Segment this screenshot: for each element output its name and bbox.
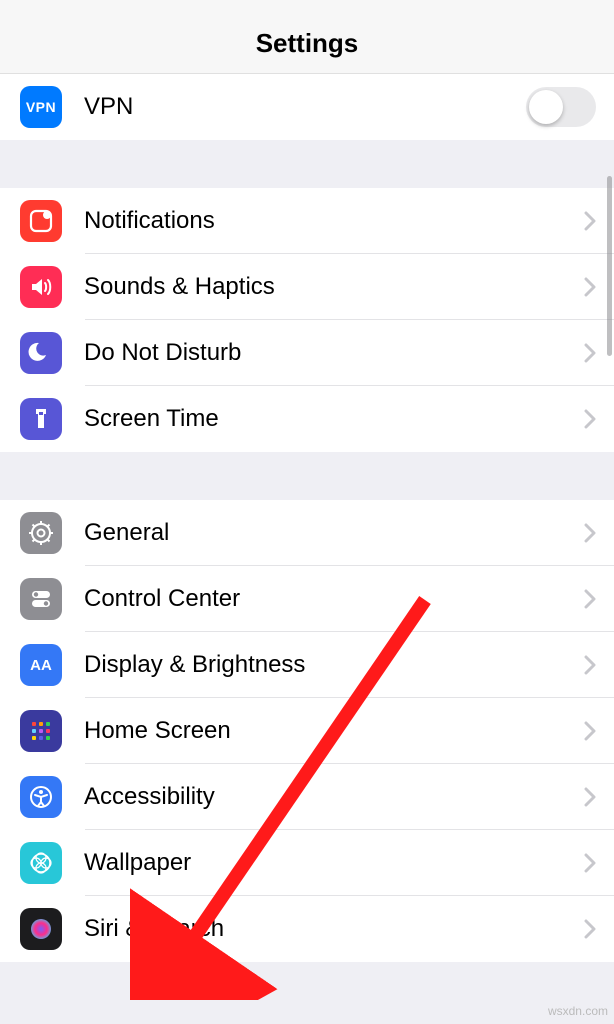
chevron-right-icon: [584, 589, 596, 609]
page-title: Settings: [256, 28, 359, 59]
row-label: Siri & Search: [84, 915, 584, 943]
row-label: Screen Time: [84, 405, 584, 433]
accessibility-icon: [20, 776, 62, 818]
settings-header: Settings: [0, 0, 614, 74]
chevron-right-icon: [584, 721, 596, 741]
row-vpn[interactable]: VPN VPN: [0, 74, 614, 140]
screen-time-icon: [20, 398, 62, 440]
row-label: Do Not Disturb: [84, 339, 584, 367]
settings-group-vpn: VPN VPN: [0, 74, 614, 140]
vpn-icon: VPN: [20, 86, 62, 128]
row-label: VPN: [84, 93, 526, 121]
row-label: Home Screen: [84, 717, 584, 745]
row-label: Accessibility: [84, 783, 584, 811]
chevron-right-icon: [584, 211, 596, 231]
row-label: General: [84, 519, 584, 547]
row-notifications[interactable]: Notifications: [0, 188, 614, 254]
row-label: Wallpaper: [84, 849, 584, 877]
row-siri-search[interactable]: Siri & Search: [0, 896, 614, 962]
vpn-toggle-knob: [529, 90, 563, 124]
row-label: Control Center: [84, 585, 584, 613]
row-label: Sounds & Haptics: [84, 273, 584, 301]
row-display-brightness[interactable]: AA Display & Brightness: [0, 632, 614, 698]
chevron-right-icon: [584, 523, 596, 543]
control-center-icon: [20, 578, 62, 620]
chevron-right-icon: [584, 853, 596, 873]
row-general[interactable]: General: [0, 500, 614, 566]
settings-group-system: Notifications Sounds & Haptics Do Not Di…: [0, 188, 614, 452]
chevron-right-icon: [584, 655, 596, 675]
row-label: Notifications: [84, 207, 584, 235]
vpn-toggle[interactable]: [526, 87, 596, 127]
watermark: wsxdn.com: [548, 1004, 608, 1018]
row-wallpaper[interactable]: Wallpaper: [0, 830, 614, 896]
row-dnd[interactable]: Do Not Disturb: [0, 320, 614, 386]
general-icon: [20, 512, 62, 554]
chevron-right-icon: [584, 787, 596, 807]
row-home-screen[interactable]: Home Screen: [0, 698, 614, 764]
row-sounds[interactable]: Sounds & Haptics: [0, 254, 614, 320]
display-icon: AA: [20, 644, 62, 686]
chevron-right-icon: [584, 277, 596, 297]
home-screen-icon: [20, 710, 62, 752]
row-control-center[interactable]: Control Center: [0, 566, 614, 632]
row-label: Display & Brightness: [84, 651, 584, 679]
row-accessibility[interactable]: Accessibility: [0, 764, 614, 830]
wallpaper-icon: [20, 842, 62, 884]
sounds-icon: [20, 266, 62, 308]
notifications-icon: [20, 200, 62, 242]
dnd-icon: [20, 332, 62, 374]
chevron-right-icon: [584, 343, 596, 363]
chevron-right-icon: [584, 919, 596, 939]
siri-icon: [20, 908, 62, 950]
chevron-right-icon: [584, 409, 596, 429]
scrollbar[interactable]: [607, 176, 612, 356]
settings-group-device: General Control Center AA Display & Brig…: [0, 500, 614, 962]
svg-text:AA: AA: [30, 657, 52, 674]
row-screen-time[interactable]: Screen Time: [0, 386, 614, 452]
